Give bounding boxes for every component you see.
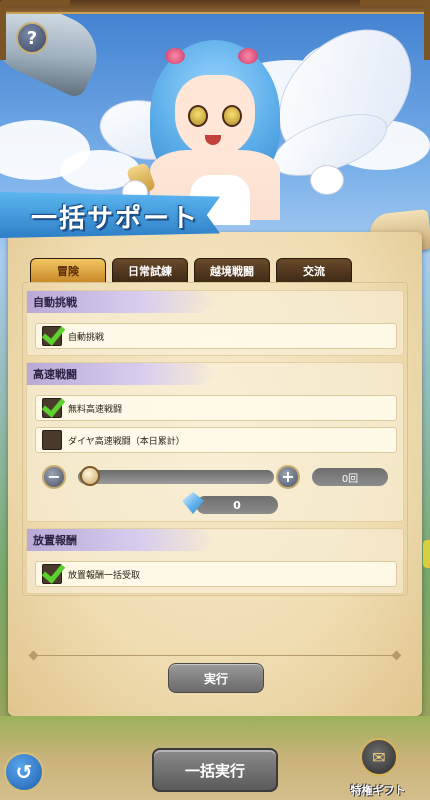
character-eye — [188, 105, 208, 127]
bulk-execute-button[interactable]: 一括実行 — [152, 748, 278, 792]
back-arrow-icon[interactable]: ↺ — [4, 752, 44, 792]
checkbox-checked[interactable] — [42, 564, 62, 584]
fast-battle-slider: − + 0回 — [34, 462, 396, 492]
page-title: 一括サポート — [30, 203, 199, 234]
help-icon[interactable]: ? — [16, 22, 48, 54]
hairpin — [238, 48, 258, 64]
execute-button[interactable]: 実行 — [168, 663, 264, 693]
diamond-cost: 0 — [182, 492, 282, 518]
section-auto-battle: 自動挑戦 自動挑戦 — [26, 290, 404, 356]
tab-exchange[interactable]: 交流 — [276, 258, 352, 282]
character-glove — [310, 165, 344, 195]
divider — [34, 655, 396, 656]
count-display: 0回 — [312, 468, 388, 486]
checkbox-checked[interactable] — [42, 398, 62, 418]
tab-daily-trial[interactable]: 日常試練 — [112, 258, 188, 282]
section-idle-reward: 放置報酬 放置報酬一括受取 — [26, 528, 404, 594]
option-label: 無料高速戦闘 — [68, 404, 123, 415]
tab-bar: 冒険 日常試練 越境戦闘 交流 — [30, 258, 352, 282]
gift-label: 特権ギフト — [350, 784, 406, 797]
option-auto-battle[interactable]: 自動挑戦 — [35, 323, 397, 349]
option-label: 自動挑戦 — [68, 332, 105, 343]
plus-icon[interactable]: + — [276, 465, 300, 489]
tab-cross-battle[interactable]: 越境戦闘 — [194, 258, 270, 282]
checkbox-unchecked[interactable] — [42, 430, 62, 450]
section-header: 放置報酬 — [27, 529, 217, 551]
option-label: 放置報酬一括受取 — [68, 570, 141, 581]
option-diamond-fast-battle[interactable]: ダイヤ高速戦闘（本日累計） — [35, 427, 397, 453]
tab-adventure[interactable]: 冒険 — [30, 258, 106, 282]
frame-corner-right — [360, 0, 430, 60]
section-header: 高速戦闘 — [27, 363, 217, 385]
option-label: ダイヤ高速戦闘（本日累計） — [68, 436, 185, 447]
slider-track[interactable] — [78, 470, 274, 484]
section-header: 自動挑戦 — [27, 291, 217, 313]
character-eye — [222, 105, 242, 127]
hairpin — [165, 48, 185, 64]
option-free-fast-battle[interactable]: 無料高速戦闘 — [35, 395, 397, 421]
checkbox-checked[interactable] — [42, 326, 62, 346]
option-idle-reward[interactable]: 放置報酬一括受取 — [35, 561, 397, 587]
privilege-gift-button[interactable]: ✉ 特権ギフト — [340, 738, 416, 800]
minus-icon[interactable]: − — [42, 465, 66, 489]
side-tab[interactable] — [423, 540, 430, 568]
gift-scroll-icon: ✉ — [360, 738, 398, 776]
slider-thumb[interactable] — [80, 466, 100, 486]
diamond-cost-value: 0 — [196, 496, 278, 514]
